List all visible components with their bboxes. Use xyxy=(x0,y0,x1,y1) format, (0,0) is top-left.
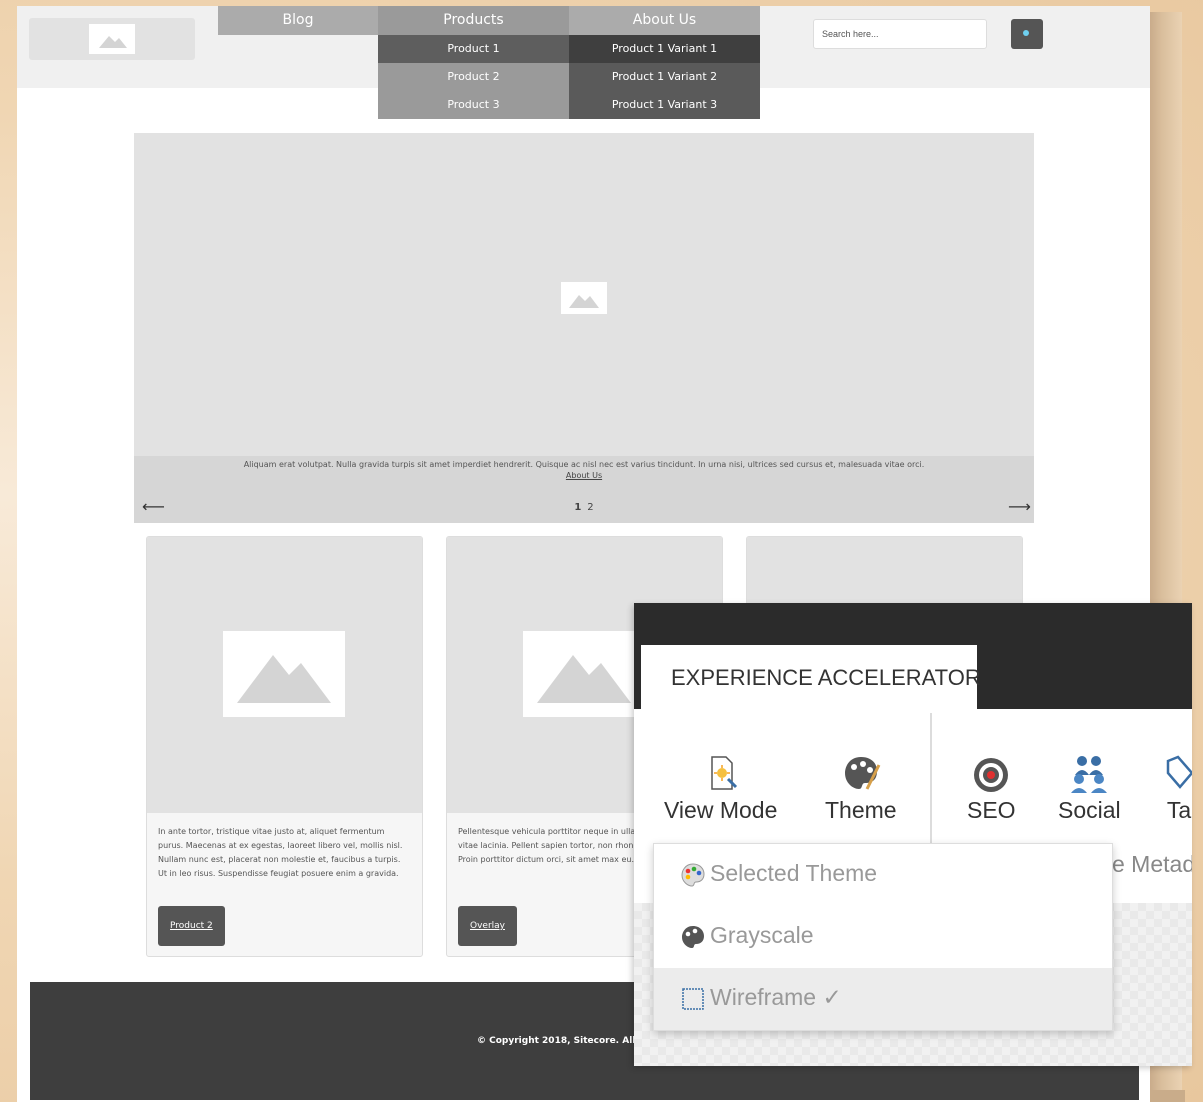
image-placeholder-icon xyxy=(523,631,645,717)
menu-item-product-1[interactable]: Product 1 xyxy=(378,35,569,63)
tag-icon xyxy=(1164,753,1192,793)
menu-item-product-3[interactable]: Product 3 xyxy=(378,91,569,119)
menu-item-variant-2[interactable]: Product 1 Variant 2 xyxy=(569,63,760,91)
card-image xyxy=(147,537,422,813)
wireframe-label: Wireframe ✓ xyxy=(710,984,842,1010)
wireframe-square-icon xyxy=(681,987,705,1011)
social-label: Social xyxy=(1058,797,1121,823)
hero-caption-text: Aliquam erat volutpat. Nulla gravida tur… xyxy=(243,460,925,469)
theme-dropdown-menu: Selected Theme Grayscale Wireframe ✓ xyxy=(653,843,1113,1031)
nav-item-blog[interactable]: Blog xyxy=(218,6,378,35)
site-logo[interactable] xyxy=(29,18,195,60)
selected-theme-label: Selected Theme xyxy=(710,860,878,886)
card-button[interactable]: Product 2 xyxy=(158,906,225,946)
hero-carousel: Aliquam erat volutpat. Nulla gravida tur… xyxy=(134,133,1034,523)
pager-page-2[interactable]: 2 xyxy=(587,502,593,513)
image-placeholder-icon xyxy=(89,24,135,54)
image-placeholder-icon xyxy=(223,631,345,717)
arrow-right-icon[interactable]: ⟶ xyxy=(1008,497,1031,516)
hero-about-link[interactable]: About Us xyxy=(134,471,1034,480)
products-dropdown: Product 1 Product 2 Product 3 xyxy=(378,35,569,119)
menu-item-wireframe[interactable]: Wireframe ✓ xyxy=(654,968,1112,1030)
ribbon-divider xyxy=(930,713,932,853)
tags-label: Ta xyxy=(1166,797,1192,823)
arrow-left-icon[interactable]: ⟵ xyxy=(142,497,165,516)
card-button[interactable]: Overlay xyxy=(458,906,517,946)
pager-page-1[interactable]: 1 xyxy=(574,502,581,513)
nav-item-products[interactable]: Products xyxy=(378,6,569,35)
experience-accelerator-ribbon: EXPERIENCE ACCELERATOR View Mode Theme S… xyxy=(634,603,1192,1066)
search-input[interactable]: Search here... xyxy=(813,19,987,49)
menu-item-variant-1[interactable]: Product 1 Variant 1 xyxy=(569,35,760,63)
tags-button[interactable]: Ta xyxy=(1164,753,1192,824)
grayscale-label: Grayscale xyxy=(710,922,814,948)
metadata-group-label: e Metada xyxy=(1112,851,1192,877)
view-mode-button[interactable]: View Mode xyxy=(664,753,777,824)
menu-item-variant-3[interactable]: Product 1 Variant 3 xyxy=(569,91,760,119)
menu-item-selected-theme[interactable]: Selected Theme xyxy=(654,844,1112,906)
palette-gray-icon xyxy=(681,925,705,949)
promo-card: In ante tortor, tristique vitae justo at… xyxy=(146,536,423,957)
theme-label: Theme xyxy=(825,797,897,823)
menu-item-product-2[interactable]: Product 2 xyxy=(378,63,569,91)
target-icon xyxy=(967,753,1016,793)
palette-multicolor-icon xyxy=(681,863,705,887)
variants-dropdown: Product 1 Variant 1 Product 1 Variant 2 … xyxy=(569,35,760,119)
seo-label: SEO xyxy=(967,797,1016,823)
menu-item-grayscale[interactable]: Grayscale xyxy=(654,906,1112,968)
view-mode-icon xyxy=(664,753,777,793)
view-mode-label: View Mode xyxy=(664,797,778,823)
users-group-icon xyxy=(1058,753,1121,793)
social-button[interactable]: Social xyxy=(1058,753,1121,824)
tab-experience-accelerator[interactable]: EXPERIENCE ACCELERATOR xyxy=(641,645,981,711)
image-placeholder-icon xyxy=(561,282,607,314)
nav-item-about-us[interactable]: About Us xyxy=(569,6,760,35)
palette-icon xyxy=(825,753,897,793)
copyright-text: © Copyright 2018, Sitecore. All Rig xyxy=(477,1036,655,1046)
card-text: In ante tortor, tristique vitae justo at… xyxy=(158,827,403,878)
carousel-pager: 12 xyxy=(134,502,1034,513)
seo-button[interactable]: SEO xyxy=(967,753,1016,824)
site-header: Blog Products About Us Product 1 Product… xyxy=(17,6,1150,119)
search-icon[interactable] xyxy=(1011,19,1043,49)
theme-button[interactable]: Theme xyxy=(825,753,897,824)
